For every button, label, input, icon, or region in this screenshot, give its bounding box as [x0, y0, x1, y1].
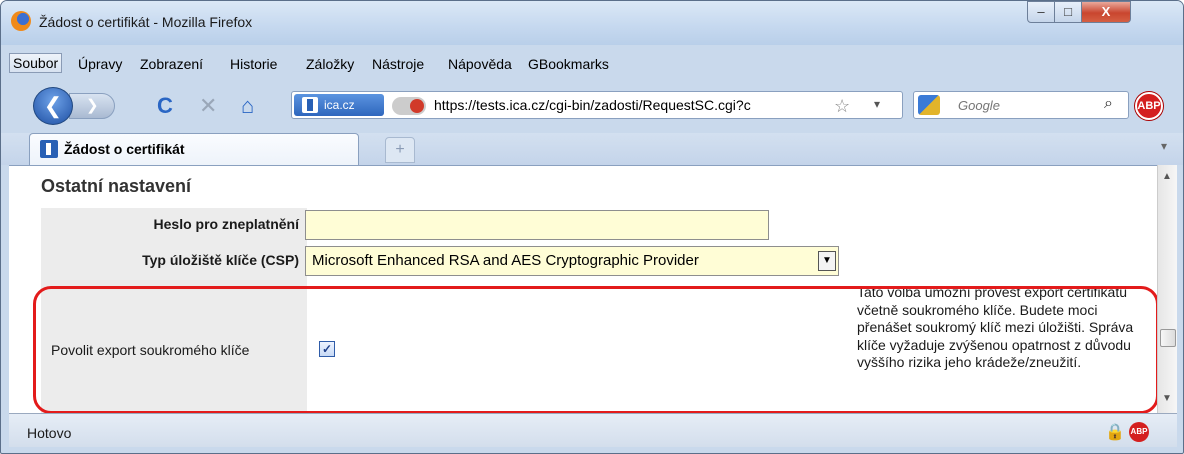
url-history-dropdown[interactable]: ▾: [874, 97, 880, 111]
ica-logo-icon: [302, 97, 318, 113]
search-placeholder: Google: [958, 98, 1000, 113]
ica-tab-icon: [40, 140, 58, 158]
tab-list-dropdown[interactable]: ▾: [1161, 139, 1167, 153]
menu-gbookmarks[interactable]: GBookmarks: [525, 55, 612, 73]
lock-icon[interactable]: 🔒: [1105, 422, 1125, 442]
new-tab-button[interactable]: +: [385, 137, 415, 163]
search-box[interactable]: Google ⌕: [913, 91, 1129, 119]
scrollbar-thumb[interactable]: [1160, 329, 1176, 347]
menu-bar: Soubor Úpravy Zobrazení Historie Záložky…: [9, 53, 1177, 77]
menu-soubor[interactable]: Soubor: [9, 53, 63, 73]
title-bar: Žádost o certifikát - Mozilla Firefox – …: [1, 1, 1183, 45]
search-engine-icon[interactable]: [918, 95, 940, 115]
adblock-status-icon[interactable]: ABP: [1129, 422, 1149, 442]
highlight-annotation: [33, 286, 1157, 413]
menu-historie[interactable]: Historie: [227, 55, 280, 73]
tab-bar: Žádost o certifikát + ▾: [1, 133, 1183, 165]
firefox-icon: [11, 11, 31, 31]
tab-title: Žádost o certifikát: [64, 141, 185, 157]
csp-select[interactable]: Microsoft Enhanced RSA and AES Cryptogra…: [305, 246, 839, 276]
tab-zadost[interactable]: Žádost o certifikát: [29, 133, 359, 165]
section-title: Ostatní nastavení: [41, 176, 192, 196]
browser-window: Žádost o certifikát - Mozilla Firefox – …: [0, 0, 1184, 454]
menu-napoveda[interactable]: Nápověda: [445, 55, 515, 73]
window-title: Žádost o certifikát - Mozilla Firefox: [39, 14, 253, 30]
back-button[interactable]: ❮: [33, 87, 73, 125]
forward-button[interactable]: ❯: [69, 93, 115, 119]
menu-zobrazeni[interactable]: Zobrazení: [137, 55, 206, 73]
menu-zalozky[interactable]: Záložky: [303, 55, 357, 73]
page-content: Ostatní nastavení Heslo pro zneplatnění …: [9, 165, 1157, 413]
menu-nastroje[interactable]: Nástroje: [369, 55, 427, 73]
site-identity-button[interactable]: ica.cz: [294, 94, 384, 116]
site-identity-label: ica.cz: [324, 98, 355, 112]
scroll-down-icon[interactable]: ▼: [1162, 393, 1172, 404]
scroll-up-icon[interactable]: ▲: [1162, 171, 1172, 182]
bookmark-star-icon[interactable]: ☆: [834, 96, 850, 117]
close-button[interactable]: X: [1081, 1, 1131, 23]
search-icon[interactable]: ⌕: [1104, 95, 1113, 113]
adblock-plus-button[interactable]: ABP: [1135, 92, 1163, 120]
chevron-down-icon[interactable]: ▼: [818, 251, 836, 271]
reload-icon[interactable]: C: [157, 93, 173, 119]
minimize-button[interactable]: –: [1027, 1, 1055, 23]
revoke-password-label: Heslo pro zneplatnění: [153, 216, 299, 232]
revoke-password-input[interactable]: [305, 210, 769, 240]
url-text[interactable]: https://tests.ica.cz/cgi-bin/zadosti/Req…: [434, 97, 751, 113]
vertical-scrollbar[interactable]: ▲ ▼: [1157, 165, 1177, 413]
menu-upravy[interactable]: Úpravy: [75, 55, 125, 73]
csp-label: Typ úložiště klíče (CSP): [142, 252, 299, 268]
home-icon[interactable]: ⌂: [241, 93, 254, 119]
stop-icon[interactable]: ✕: [199, 93, 217, 119]
csp-selected-value: Microsoft Enhanced RSA and AES Cryptogra…: [312, 252, 699, 269]
status-bar: Hotovo 🔒 ABP: [9, 413, 1177, 447]
url-bar[interactable]: ica.cz https://tests.ica.cz/cgi-bin/zado…: [291, 91, 903, 119]
key-icon: [392, 97, 426, 115]
navigation-toolbar: ❯ ❮ C ✕ ⌂ ica.cz https://tests.ica.cz/cg…: [9, 87, 1177, 125]
status-text: Hotovo: [27, 425, 72, 441]
maximize-button[interactable]: □: [1054, 1, 1082, 23]
